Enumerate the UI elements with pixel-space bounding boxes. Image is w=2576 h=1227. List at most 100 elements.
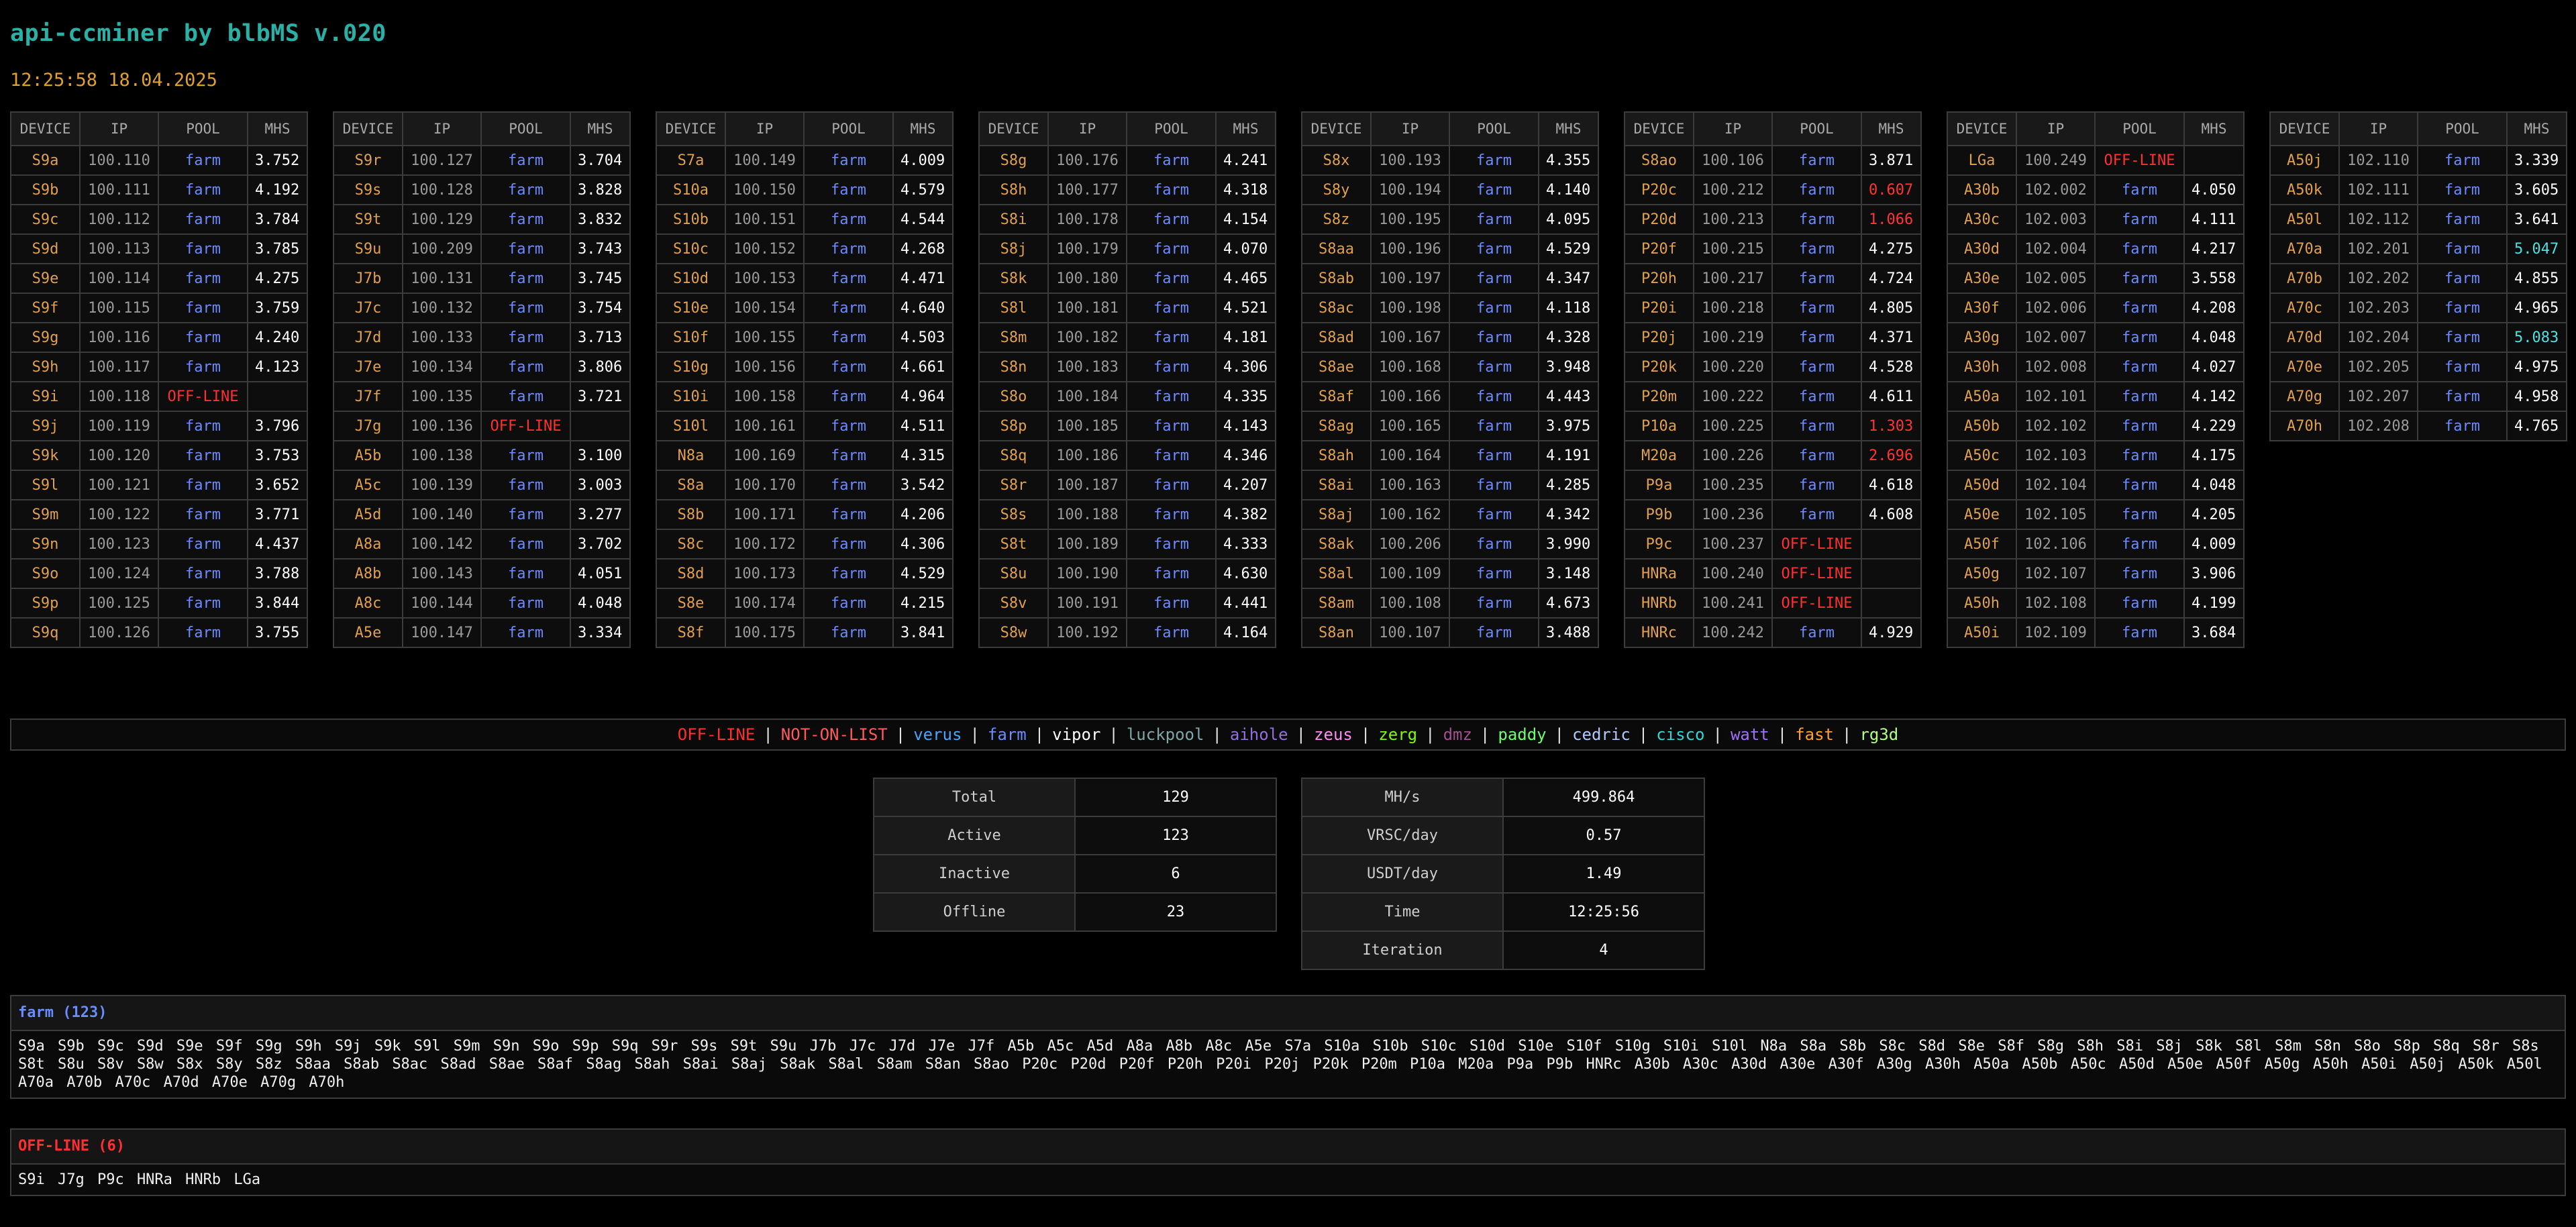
device-name: A30h xyxy=(1947,352,2017,382)
table-row: HNRc 100.242 farm 4.929 xyxy=(1624,617,1922,648)
ip-address: 100.170 xyxy=(725,470,805,500)
device-name: A70b xyxy=(2269,263,2340,294)
pool-name: farm xyxy=(480,381,571,412)
device-name: J7d xyxy=(333,322,403,353)
hashrate-value: 4.009 xyxy=(892,145,954,176)
legend-item: zerg xyxy=(1378,725,1418,744)
stat-row: Inactive 6 xyxy=(873,854,1277,894)
hashrate-value: 4.143 xyxy=(1215,411,1276,441)
hashrate-value: 4.618 xyxy=(1861,470,1922,500)
device-name: S8e xyxy=(656,588,726,619)
pool-name: farm xyxy=(480,174,571,205)
hashrate-value: 4.275 xyxy=(247,263,308,294)
pool-name: farm xyxy=(158,440,248,471)
ip-address: 100.237 xyxy=(1693,529,1773,559)
hashrate-value: 3.743 xyxy=(570,233,631,264)
ip-address: 102.008 xyxy=(2016,352,2096,382)
device-name: S9l xyxy=(10,470,81,500)
hashrate-value: 4.111 xyxy=(2183,204,2245,235)
ip-address: 100.217 xyxy=(1693,263,1773,294)
device-name: S8n xyxy=(978,352,1049,382)
pool-name: farm xyxy=(1126,558,1217,589)
hashrate-value: 3.684 xyxy=(2183,617,2245,648)
ip-address: 100.111 xyxy=(79,174,159,205)
pool-name: farm xyxy=(1449,381,1539,412)
table-row: S8af 100.166 farm 4.443 xyxy=(1301,381,1599,412)
table-row: S8t 100.189 farm 4.333 xyxy=(978,529,1276,559)
pool-name: farm xyxy=(803,322,894,353)
device-name: S9g xyxy=(10,322,81,353)
ip-address: 100.220 xyxy=(1693,352,1773,382)
device-name: J7b xyxy=(333,263,403,294)
hashrate-value: 4.371 xyxy=(1861,322,1922,353)
ip-address: 100.121 xyxy=(79,470,159,500)
table-row: S8d 100.173 farm 4.529 xyxy=(656,558,954,589)
ip-address: 102.102 xyxy=(2016,411,2096,441)
pool-name: farm xyxy=(803,381,894,412)
hashrate-value: 3.759 xyxy=(247,292,308,323)
legend-item: luckpool xyxy=(1126,725,1204,744)
hashrate-value: 3.752 xyxy=(247,145,308,176)
table-row: S8q 100.186 farm 4.346 xyxy=(978,440,1276,471)
device-name: S8aa xyxy=(1301,233,1372,264)
ip-address: 102.108 xyxy=(2016,588,2096,619)
ip-address: 100.158 xyxy=(725,381,805,412)
ip-address: 100.134 xyxy=(402,352,482,382)
table-row: A30b 102.002 farm 4.050 xyxy=(1947,174,2245,205)
table-row: S8x 100.193 farm 4.355 xyxy=(1301,145,1599,176)
hashrate-value: 4.048 xyxy=(570,588,631,619)
table-row: S10b 100.151 farm 4.544 xyxy=(656,204,954,235)
table-row: P20i 100.218 farm 4.805 xyxy=(1624,292,1922,323)
pool-name: farm xyxy=(158,352,248,382)
device-name: S9t xyxy=(333,204,403,235)
table-row: P20c 100.212 farm 0.607 xyxy=(1624,174,1922,205)
ip-address: 100.195 xyxy=(1370,204,1450,235)
table-row: P20d 100.213 farm 1.066 xyxy=(1624,204,1922,235)
legend-item: zeus xyxy=(1314,725,1353,744)
ip-address: 100.139 xyxy=(402,470,482,500)
table-row: A50e 102.105 farm 4.205 xyxy=(1947,499,2245,530)
stat-label: Active xyxy=(873,816,1076,855)
stat-label: Inactive xyxy=(873,854,1076,894)
table-row: A30d 102.004 farm 4.217 xyxy=(1947,233,2245,264)
ip-address: 100.115 xyxy=(79,292,159,323)
pool-name: farm xyxy=(2094,558,2185,589)
table-row: P9b 100.236 farm 4.608 xyxy=(1624,499,1922,530)
hashrate-value: 3.806 xyxy=(570,352,631,382)
table-row: S9p 100.125 farm 3.844 xyxy=(10,588,308,619)
table-row: N8a 100.169 farm 4.315 xyxy=(656,440,954,471)
device-name: J7g xyxy=(333,411,403,441)
ip-address: 102.205 xyxy=(2338,352,2418,382)
pool-name: farm xyxy=(1126,470,1217,500)
table-row: S8h 100.177 farm 4.318 xyxy=(978,174,1276,205)
stat-label: USDT/day xyxy=(1301,854,1504,894)
hashrate-value: 4.123 xyxy=(247,352,308,382)
table-row: A70h 102.208 farm 4.765 xyxy=(2269,411,2567,441)
device-name: S9r xyxy=(333,145,403,176)
pool-name: farm xyxy=(1126,292,1217,323)
hashrate-value: 4.529 xyxy=(892,558,954,589)
legend-item: NOT-ON-LIST xyxy=(780,725,888,744)
hashrate-value: 4.192 xyxy=(247,174,308,205)
table-row: S9k 100.120 farm 3.753 xyxy=(10,440,308,471)
pool-name: farm xyxy=(480,292,571,323)
pool-name: farm xyxy=(803,174,894,205)
hashrate-value: 4.070 xyxy=(1215,233,1276,264)
table-row: A5e 100.147 farm 3.334 xyxy=(333,617,631,648)
device-name: A30f xyxy=(1947,292,2017,323)
ip-address: 100.149 xyxy=(725,145,805,176)
pool-name: farm xyxy=(2417,174,2508,205)
ip-address: 102.109 xyxy=(2016,617,2096,648)
hashrate-value: 4.191 xyxy=(1538,440,1599,471)
stat-value: 1.49 xyxy=(1502,854,1705,894)
ip-address: 100.226 xyxy=(1693,440,1773,471)
pool-name: farm xyxy=(1449,617,1539,648)
app-title: api-ccminer by blbMS v.020 xyxy=(10,20,387,47)
hashrate-value: 3.755 xyxy=(247,617,308,648)
device-table: DEVICE IP POOL MHS A50j 102.110 farm 3.339 A50k 1… xyxy=(2269,111,2567,441)
device-name: S8u xyxy=(978,558,1049,589)
ip-address: 100.116 xyxy=(79,322,159,353)
stat-label: MH/s xyxy=(1301,778,1504,817)
device-name: A5e xyxy=(333,617,403,648)
ip-address: 100.166 xyxy=(1370,381,1450,412)
